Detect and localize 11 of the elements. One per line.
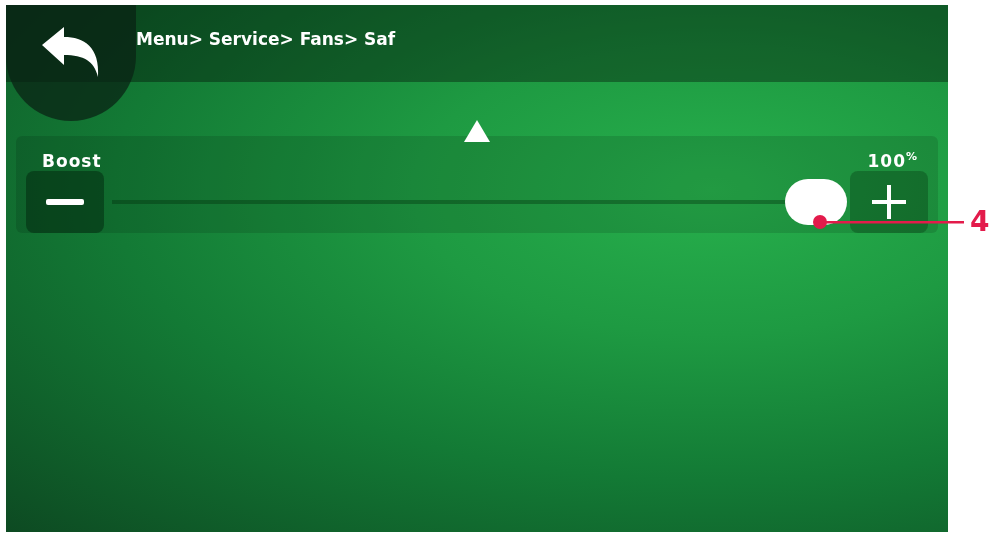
slider-thumb[interactable] <box>785 179 847 225</box>
back-button[interactable] <box>6 5 136 121</box>
slider-label: Boost <box>42 151 102 171</box>
minus-icon <box>46 199 84 205</box>
breadcrumb: Menu> Service> Fans> Saf <box>136 29 396 49</box>
increase-button[interactable] <box>850 171 928 233</box>
plus-icon <box>872 185 906 219</box>
up-arrow-icon[interactable] <box>464 120 490 142</box>
decrease-button[interactable] <box>26 171 104 233</box>
callout-number: 4 <box>970 205 990 238</box>
slider-value: 100$^{%}$ <box>867 150 918 171</box>
